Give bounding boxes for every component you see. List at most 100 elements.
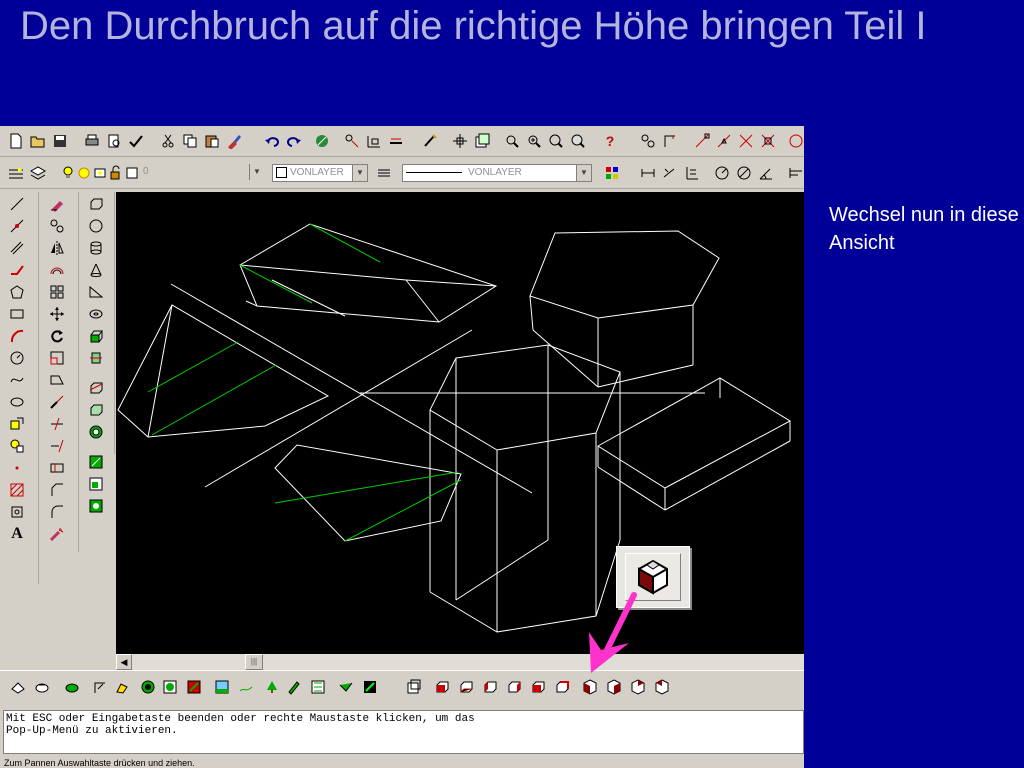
fog-icon[interactable] [284, 677, 304, 697]
materials-icon[interactable] [112, 677, 132, 697]
revolve-icon[interactable] [85, 348, 107, 368]
offset-icon[interactable] [46, 260, 68, 280]
shade-icon[interactable] [360, 677, 380, 697]
dimension-aligned-icon[interactable] [660, 163, 680, 183]
paste-icon[interactable] [202, 131, 222, 151]
snap-intersection-icon[interactable] [736, 131, 756, 151]
chevron-down-icon[interactable]: ▼ [249, 164, 264, 180]
zoom-window-icon[interactable] [502, 131, 522, 151]
dimension-linear-icon[interactable] [638, 163, 658, 183]
open-folder-icon[interactable] [28, 131, 48, 151]
copy-object-icon[interactable] [46, 216, 68, 236]
redo-icon[interactable] [284, 131, 304, 151]
layer-color-swatch[interactable] [122, 163, 142, 183]
view-nw-isometric-icon[interactable] [652, 677, 672, 697]
mirror-icon[interactable] [46, 238, 68, 258]
save-icon[interactable] [50, 131, 70, 151]
point-icon[interactable] [6, 458, 28, 478]
spellcheck-icon[interactable] [126, 131, 146, 151]
rectangle-icon[interactable] [6, 304, 28, 324]
sphere-icon[interactable] [85, 216, 107, 236]
setup-view-icon[interactable] [85, 474, 107, 494]
box-solid-icon[interactable] [85, 194, 107, 214]
help-icon[interactable]: ? [600, 131, 620, 151]
lengthen-icon[interactable] [46, 392, 68, 412]
dimension-baseline-icon[interactable] [786, 163, 804, 183]
linetype-manager-icon[interactable] [374, 163, 394, 183]
view-se-isometric-icon[interactable] [604, 677, 624, 697]
materials-library-icon[interactable] [138, 677, 158, 697]
line-icon[interactable] [6, 194, 28, 214]
view-left-icon[interactable] [480, 677, 500, 697]
make-layer-current-icon[interactable] [6, 163, 26, 183]
chevron-down-icon[interactable]: ▼ [576, 165, 591, 181]
stretch-icon[interactable] [46, 370, 68, 390]
landscape-library-icon[interactable] [262, 677, 282, 697]
snap-endpoint-line-icon[interactable] [692, 131, 712, 151]
slice-icon[interactable] [85, 378, 107, 398]
setup-profile-icon[interactable] [85, 496, 107, 516]
scroll-thumb[interactable]: ||| [245, 654, 263, 670]
view-top-icon[interactable] [432, 677, 452, 697]
view-named-icon[interactable] [404, 677, 424, 697]
hatch-icon[interactable] [6, 480, 28, 500]
snap-midpoint-icon[interactable] [714, 131, 734, 151]
setup-drawing-icon[interactable] [85, 452, 107, 472]
hyperlink-icon[interactable] [312, 131, 332, 151]
snap-endpoint-icon[interactable] [638, 131, 658, 151]
background-icon[interactable] [184, 677, 204, 697]
polygon-icon[interactable] [6, 282, 28, 302]
match-properties-icon[interactable] [224, 131, 244, 151]
snap-temporary-icon[interactable] [660, 131, 680, 151]
trim-icon[interactable] [46, 414, 68, 434]
lights-icon[interactable] [90, 677, 110, 697]
new-file-icon[interactable] [6, 131, 26, 151]
cone-icon[interactable] [85, 260, 107, 280]
copy-icon[interactable] [180, 131, 200, 151]
move-icon[interactable] [46, 304, 68, 324]
extend-icon[interactable] [46, 436, 68, 456]
horizontal-scrollbar[interactable]: ◀ ||| [116, 654, 804, 670]
dimension-diameter-icon[interactable] [734, 163, 754, 183]
scale-icon[interactable] [46, 348, 68, 368]
landscape-new-icon[interactable] [212, 677, 232, 697]
rotate-icon[interactable] [46, 326, 68, 346]
linetype-dropdown[interactable]: VONLAYER ▼ [402, 164, 592, 182]
render-preferences-icon[interactable] [308, 677, 328, 697]
dimension-angular-icon[interactable] [756, 163, 776, 183]
print-preview-icon[interactable] [104, 131, 124, 151]
erase-icon[interactable] [46, 194, 68, 214]
view-bottom-icon[interactable] [456, 677, 476, 697]
break-icon[interactable] [46, 458, 68, 478]
polyline-icon[interactable] [6, 260, 28, 280]
chamfer-icon[interactable] [46, 480, 68, 500]
wedge-icon[interactable] [85, 282, 107, 302]
torus-icon[interactable] [85, 304, 107, 324]
mapping-icon[interactable] [160, 677, 180, 697]
drawing-viewport[interactable] [116, 192, 804, 654]
cylinder-icon[interactable] [85, 238, 107, 258]
statistics-icon[interactable] [336, 677, 356, 697]
enlarged-view-button[interactable] [616, 546, 690, 608]
hide-icon[interactable] [8, 677, 28, 697]
multiline-text-icon[interactable]: A [6, 524, 28, 544]
landscape-edit-icon[interactable] [236, 677, 256, 697]
ellipse-icon[interactable] [6, 392, 28, 412]
extrude-icon[interactable] [85, 326, 107, 346]
chevron-down-icon[interactable]: ▼ [352, 165, 367, 181]
insert-block-icon[interactable] [6, 414, 28, 434]
render-icon[interactable] [32, 677, 52, 697]
snap-center-icon[interactable] [786, 131, 804, 151]
zoom-extents-icon[interactable] [568, 131, 588, 151]
view-right-icon[interactable] [504, 677, 524, 697]
undo-icon[interactable] [262, 131, 282, 151]
layer-dropdown[interactable]: 0 ▼ [140, 164, 264, 182]
arc-icon[interactable] [6, 326, 28, 346]
view-front-icon[interactable] [528, 677, 548, 697]
zoom-previous-icon[interactable] [546, 131, 566, 151]
scroll-left-icon[interactable]: ◀ [116, 654, 132, 670]
snap-apparent-intersection-icon[interactable] [758, 131, 778, 151]
command-window[interactable]: Mit ESC oder Eingabetaste beenden oder r… [3, 710, 804, 754]
named-views-icon[interactable] [472, 131, 492, 151]
explode-icon[interactable] [46, 524, 68, 544]
